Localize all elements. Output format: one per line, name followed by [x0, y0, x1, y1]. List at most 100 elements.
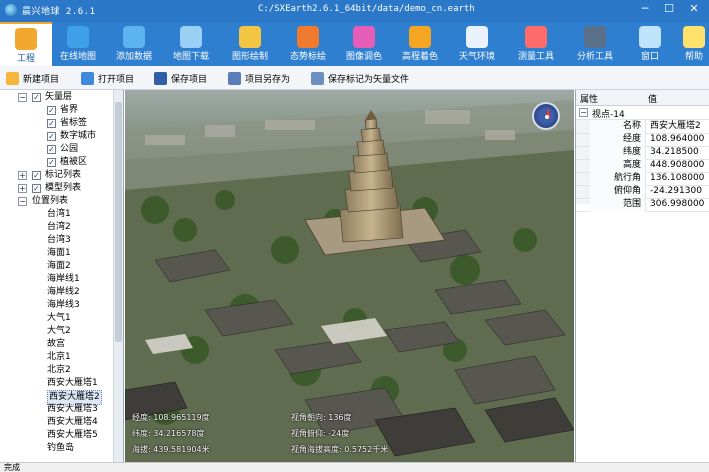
property-value[interactable]: 306.998000 [647, 198, 709, 212]
tree-item-position-16[interactable]: 西安大雁塔4 [0, 416, 114, 429]
save-project-label: 保存项目 [171, 74, 208, 85]
tree-item-position-13[interactable]: 西安大雁塔1 [0, 377, 114, 390]
property-value[interactable]: 136.108000 [647, 172, 709, 186]
tree-item-position-7[interactable]: 海岸线3 [0, 299, 114, 312]
tree-item-position-12[interactable]: 北京2 [0, 364, 114, 377]
property-row[interactable]: 经度 108.964000 [576, 133, 709, 147]
visibility-checkbox[interactable]: ✓ [47, 158, 56, 167]
close-button[interactable]: ✕ [683, 0, 705, 18]
property-value[interactable]: 西安大雁塔2 [647, 120, 709, 134]
ribbon-tab-2[interactable]: 添加数据 [106, 22, 162, 66]
ribbon-tab-3[interactable]: 地图下载 [163, 22, 219, 66]
property-row[interactable]: 名称 西安大雁塔2 [576, 120, 709, 134]
visibility-checkbox[interactable]: ✓ [32, 184, 41, 193]
tree-item-position-18[interactable]: 钓鱼岛 [0, 442, 114, 455]
save-markers-vector-button[interactable]: 保存标记为矢量文件 [311, 70, 409, 86]
ribbon-tab-8[interactable]: 天气环境 [449, 22, 505, 66]
tree-item-position-6[interactable]: 海岸线2 [0, 286, 114, 299]
property-value[interactable]: 34.218500 [647, 146, 709, 160]
ribbon-tab-9[interactable]: 测量工具 [508, 22, 564, 66]
compass-navigator[interactable] [532, 102, 560, 130]
ribbon-tab-label: 帮助 [684, 52, 703, 62]
ribbon-tab-label: 图形绘制 [231, 52, 268, 62]
tree-scrollbar-thumb[interactable] [115, 102, 122, 342]
expand-icon[interactable]: + [18, 184, 27, 193]
ribbon-tab-10[interactable]: 分析工具 [567, 22, 623, 66]
tree-item-position-5[interactable]: 海岸线1 [0, 273, 114, 286]
tree-item-position-9[interactable]: 大气2 [0, 325, 114, 338]
tree-item-vector-0[interactable]: ✓ 省界 [0, 104, 114, 117]
tree-item-position-1[interactable]: 台湾2 [0, 221, 114, 234]
tree-node-position-list[interactable]: − 位置列表 [0, 195, 114, 208]
new-project-button[interactable]: 新建项目 [6, 70, 59, 86]
longitude-readout: 经度: 108.965119度 [132, 413, 210, 422]
ribbon-tab-12[interactable]: 帮助 [666, 22, 709, 66]
tree-item-label: 西安大雁塔1 [47, 378, 98, 388]
tree-item-vector-2[interactable]: ✓ 数字城市 [0, 130, 114, 143]
property-row[interactable]: 纬度 34.218500 [576, 146, 709, 160]
viewpoint-group[interactable]: − 视点-14 [576, 106, 709, 120]
ribbon-tab-label: 态势标绘 [289, 52, 326, 62]
ribbon-tab-4[interactable]: 图形绘制 [222, 22, 278, 66]
collapse-icon[interactable]: − [18, 93, 27, 102]
tree-item-position-2[interactable]: 台湾3 [0, 234, 114, 247]
tree-item-vector-4[interactable]: ✓ 植被区 [0, 156, 114, 169]
property-row[interactable]: 俯仰角 -24.291300 [576, 185, 709, 199]
draw-tools-icon [239, 26, 261, 48]
tree-item-position-17[interactable]: 西安大雁塔5 [0, 429, 114, 442]
tree-item-position-11[interactable]: 北京1 [0, 351, 114, 364]
tree-item-position-8[interactable]: 大气1 [0, 312, 114, 325]
visibility-checkbox[interactable]: ✓ [47, 145, 56, 154]
ribbon-tab-label: 天气环境 [458, 52, 495, 62]
property-row[interactable]: 范围 306.998000 [576, 198, 709, 212]
tree-node-model-list[interactable]: + ✓ 模型列表 [0, 182, 114, 195]
tree-item-position-4[interactable]: 海面2 [0, 260, 114, 273]
tree-item-position-14[interactable]: 西安大雁塔2 [0, 390, 114, 405]
tree-item-position-10[interactable]: 故宫 [0, 338, 114, 351]
ribbon-tab-label: 高程着色 [401, 52, 438, 62]
app-title: 晨兴地球 2.6.1 [22, 7, 96, 17]
tree-item-vector-1[interactable]: ✓ 省标签 [0, 117, 114, 130]
tree-item-label: 海岸线2 [47, 287, 80, 297]
tree-item-label: 台湾3 [47, 235, 71, 245]
folder-icon [15, 28, 37, 50]
visibility-checkbox[interactable]: ✓ [47, 132, 56, 141]
property-row[interactable]: 航行角 136.108000 [576, 172, 709, 186]
tree-item-label: 故宫 [47, 339, 66, 349]
ribbon-tab-5[interactable]: 态势标绘 [280, 22, 336, 66]
tree-node-marker-list[interactable]: + ✓ 标记列表 [0, 169, 114, 182]
visibility-checkbox[interactable]: ✓ [47, 119, 56, 128]
visibility-checkbox[interactable]: ✓ [47, 106, 56, 115]
tree-node-vector-layer[interactable]: − ✓ 矢量层 [0, 91, 114, 104]
tree-item-position-15[interactable]: 西安大雁塔3 [0, 403, 114, 416]
globe-3d-viewport[interactable]: 经度: 108.965119度 纬度: 34.216578度 海拔: 439.5… [125, 90, 574, 462]
save-project-button[interactable]: 保存项目 [154, 70, 207, 86]
ribbon-tab-0[interactable]: 工程 [0, 22, 52, 66]
color-wheel-icon [353, 26, 375, 48]
property-row[interactable]: 高度 448.908000 [576, 159, 709, 173]
globe-icon [67, 26, 89, 48]
visibility-checkbox[interactable]: ✓ [32, 171, 41, 180]
layer-tree: − ✓ 矢量层 ✓ 省界 ✓ 省标签 ✓ 数字城市 ✓ 公园 ✓ 植被区 + ✓ 标记列表 + ✓ 模型列表 − 位置列… [0, 90, 124, 462]
tree-item-position-3[interactable]: 海面1 [0, 247, 114, 260]
open-project-button[interactable]: 打开项目 [81, 70, 134, 86]
maximize-button[interactable]: ☐ [658, 0, 680, 18]
property-value[interactable]: 108.964000 [647, 133, 709, 147]
tree-item-position-0[interactable]: 台湾1 [0, 208, 114, 221]
tree-item-label: 海面1 [47, 248, 71, 258]
analysis-icon [584, 26, 606, 48]
tree-item-label: 数字城市 [60, 131, 97, 141]
ribbon-tab-6[interactable]: 图像调色 [336, 22, 392, 66]
save-as-button[interactable]: 项目另存为 [228, 70, 290, 86]
visibility-checkbox[interactable]: ✓ [32, 93, 41, 102]
ribbon-tab-7[interactable]: 高程着色 [392, 22, 448, 66]
tree-item-vector-3[interactable]: ✓ 公园 [0, 143, 114, 156]
property-value[interactable]: -24.291300 [647, 185, 709, 199]
property-value[interactable]: 448.908000 [647, 159, 709, 173]
ribbon-tab-1[interactable]: 在线地图 [50, 22, 106, 66]
collapse-icon[interactable]: − [579, 108, 588, 117]
minimize-button[interactable]: ─ [634, 0, 656, 18]
collapse-icon[interactable]: − [18, 197, 27, 206]
expand-icon[interactable]: + [18, 171, 27, 180]
tree-scrollbar[interactable] [113, 90, 123, 462]
